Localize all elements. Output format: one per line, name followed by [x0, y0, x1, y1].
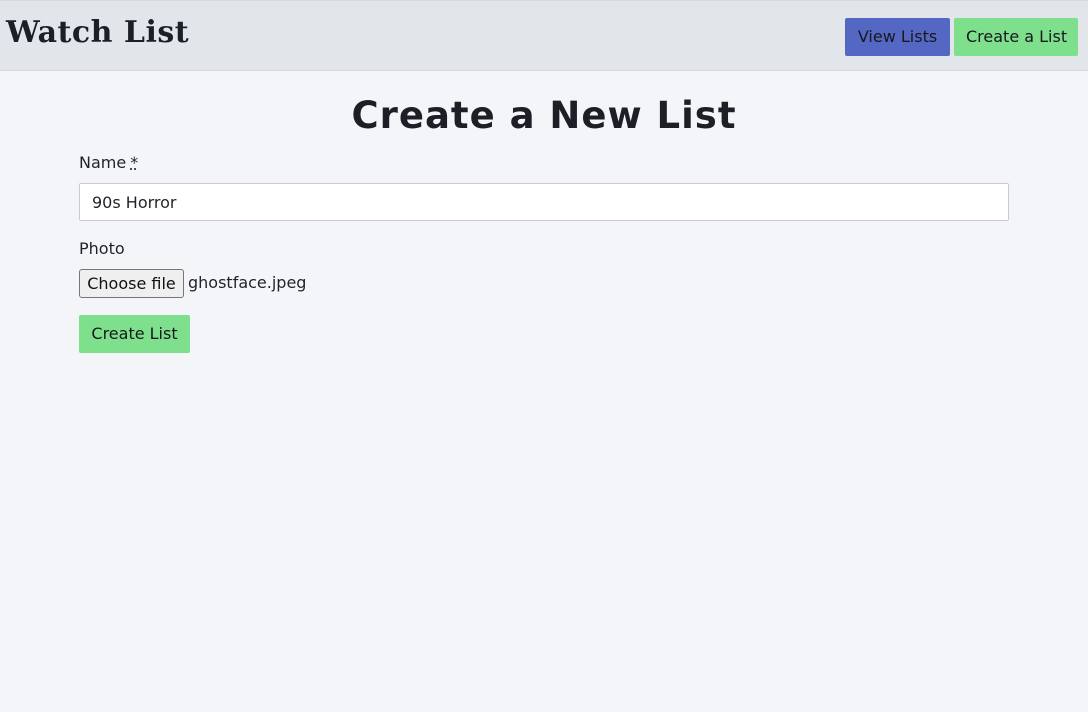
brand-logo[interactable]: Watch List: [6, 15, 189, 50]
create-list-nav-button[interactable]: Create a List: [954, 18, 1078, 56]
page-title: Create a New List: [351, 94, 737, 137]
selected-file-name: ghostface.jpeg: [188, 273, 307, 292]
view-lists-button[interactable]: View Lists: [845, 18, 950, 56]
name-label: Name *: [79, 153, 138, 172]
name-label-text: Name: [79, 153, 127, 172]
top-navbar: Watch List View Lists Create a List: [0, 0, 1088, 71]
required-marker: *: [130, 153, 139, 172]
choose-file-button[interactable]: Choose file: [79, 269, 184, 298]
photo-label: Photo: [79, 239, 125, 258]
create-list-submit-button[interactable]: Create List: [79, 315, 190, 353]
name-input[interactable]: [79, 183, 1009, 221]
